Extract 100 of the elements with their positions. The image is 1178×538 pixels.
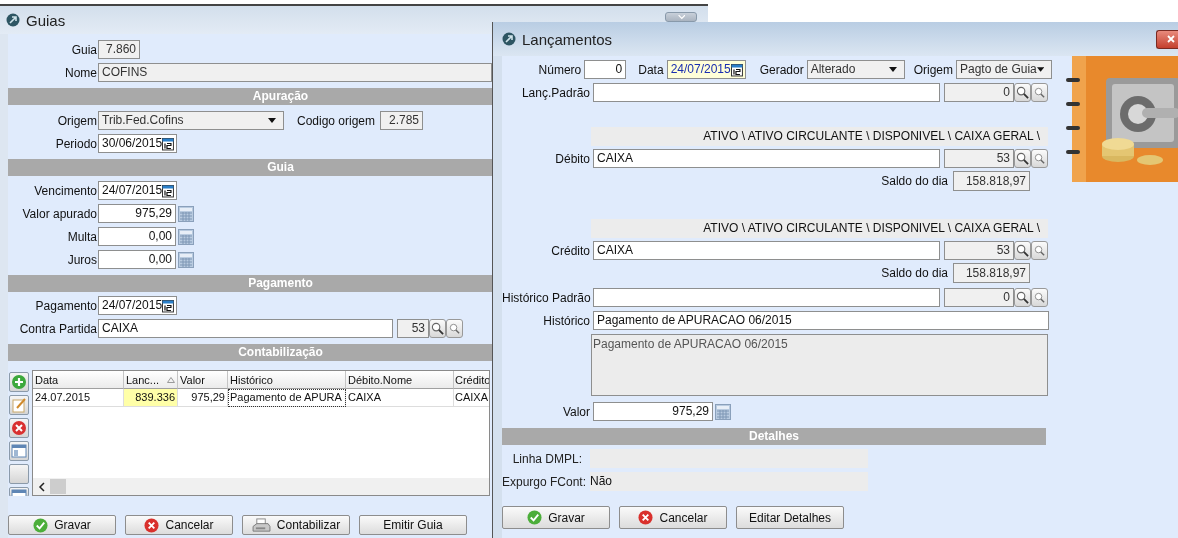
field-label: Lanç.Padrão [520, 85, 590, 100]
expurgo-value: Não [590, 472, 868, 491]
dropdown-arrow-icon [888, 67, 897, 72]
search-button[interactable] [446, 319, 463, 338]
section-header: Detalhes [502, 428, 1046, 445]
search-button[interactable] [1014, 241, 1031, 260]
scroll-thumb[interactable] [50, 479, 66, 494]
origem-dropdown[interactable]: Pagto de Guia [956, 60, 1052, 79]
code-field[interactable]: 0 [944, 288, 1014, 307]
code-field[interactable]: 53 [944, 149, 1014, 168]
field-label: Periodo [54, 136, 97, 151]
action-button[interactable]: Contabilizar [242, 515, 350, 535]
field-label: Valor apurado [21, 206, 97, 221]
search-button[interactable] [1031, 288, 1048, 307]
date-field[interactable]: 30/06/2015 [98, 134, 177, 153]
code-field[interactable]: 53 [944, 241, 1014, 260]
edit-button[interactable] [9, 395, 29, 415]
action-button[interactable]: Editar Detalhes [736, 506, 844, 529]
cancel-icon [144, 517, 160, 533]
amount-field[interactable]: 975,29 [593, 402, 713, 421]
window-title: Guias [26, 11, 66, 29]
balance-field[interactable]: 158.818,97 [953, 263, 1030, 283]
field-label: Multa [66, 229, 97, 244]
date-field[interactable]: 24/07/2015 [666, 60, 746, 79]
search-button[interactable] [429, 319, 446, 338]
column-header[interactable]: Valor [178, 371, 228, 389]
table-cell: Pagamento de APURA [228, 389, 346, 407]
column-header[interactable]: Histórico [228, 371, 346, 389]
account-path: ATIVO \ ATIVO CIRCULANTE \ DISPONIVEL \ CAIXA GERAL \ [591, 219, 1048, 238]
historico-field[interactable]: Pagamento de APURACAO 06/2015 [593, 311, 1049, 330]
app-icon [502, 32, 516, 46]
search-button[interactable] [1031, 241, 1048, 260]
code-field[interactable]: 53 [397, 319, 429, 338]
field-label: Saldo do dia [881, 174, 948, 188]
table-cell: CAIXA [454, 389, 489, 407]
column-header[interactable]: Débito.Nome [346, 371, 454, 389]
calendar-icon [162, 298, 174, 313]
action-button[interactable]: Emitir Guia [359, 515, 467, 535]
field-label: Pagamento [34, 298, 97, 313]
search-button[interactable] [1031, 149, 1048, 168]
horizontal-scrollbar[interactable] [33, 478, 489, 495]
sort-icon [167, 376, 175, 383]
codigo-origem-field[interactable]: 2.785 [380, 111, 424, 130]
account-field[interactable]: CAIXA [593, 241, 940, 260]
calculator-icon[interactable] [715, 403, 731, 420]
scroll-left-icon[interactable] [38, 481, 46, 492]
date-field[interactable]: 24/07/2015 [98, 181, 177, 200]
column-header[interactable]: Data [33, 371, 124, 389]
origem-dropdown[interactable]: Trib.Fed.Cofins [98, 111, 284, 130]
table-cell: CAIXA [346, 389, 454, 407]
dropdown-arrow-icon [268, 118, 276, 123]
amount-field[interactable]: 0,00 [98, 227, 176, 246]
app-icon [6, 13, 20, 27]
calculator-icon[interactable] [178, 205, 194, 222]
guia-field[interactable]: 7.860 [98, 40, 140, 59]
field-label: Origem [913, 62, 953, 77]
check-icon [33, 517, 49, 533]
gerador-dropdown[interactable]: Alterado [806, 60, 905, 79]
search-button[interactable] [1014, 149, 1031, 168]
amount-field[interactable]: 0,00 [98, 250, 176, 269]
amount-field[interactable]: 975,29 [98, 204, 176, 223]
column-header[interactable]: Lanc... [124, 371, 178, 389]
balance-field[interactable]: 158.818,97 [953, 171, 1030, 191]
account-field[interactable]: CAIXA [593, 149, 940, 168]
calculator-icon[interactable] [178, 228, 194, 245]
field-label: Juros [66, 252, 97, 267]
nome-field[interactable]: COFINS [98, 63, 492, 82]
historico-memo[interactable]: Pagamento de APURACAO 06/2015 [591, 334, 1048, 396]
historico-padrao-field[interactable] [593, 288, 940, 307]
field-label: Débito [554, 151, 590, 166]
code-field[interactable]: 0 [944, 83, 1014, 102]
numero-field[interactable]: 0 [584, 60, 627, 79]
dropdown-arrow-icon [1036, 67, 1044, 72]
layout-button[interactable] [9, 487, 29, 496]
window-title: Lançamentos [522, 30, 613, 48]
search-button[interactable] [1014, 83, 1031, 102]
lanc-padrao-field[interactable] [593, 83, 940, 102]
field-label: Codigo origem [297, 113, 376, 128]
field-label: Vencimento [33, 183, 97, 198]
calculator-icon[interactable] [178, 251, 194, 268]
add-button[interactable] [9, 372, 29, 392]
close-button[interactable] [1156, 29, 1178, 49]
delete-button[interactable] [9, 418, 29, 438]
field-label: Número [537, 62, 582, 77]
table-cell: 975,29 [178, 389, 228, 407]
action-button[interactable]: Cancelar [619, 506, 727, 529]
columns-button[interactable] [9, 441, 29, 461]
field-label: Guia [70, 42, 97, 57]
search-button[interactable] [1031, 83, 1048, 102]
field-label: Histórico [542, 313, 590, 328]
search-button[interactable] [1014, 288, 1031, 307]
field-label: Valor [561, 404, 590, 419]
toolbar-button[interactable] [9, 464, 29, 484]
action-button[interactable]: Gravar [8, 515, 116, 535]
action-button[interactable]: Cancelar [125, 515, 233, 535]
close-icon [1166, 34, 1176, 44]
action-button[interactable]: Gravar [502, 506, 610, 529]
contra-partida-field[interactable]: CAIXA [98, 319, 393, 338]
date-field[interactable]: 24/07/2015 [98, 296, 177, 315]
field-label: Contra Partida [18, 321, 97, 336]
